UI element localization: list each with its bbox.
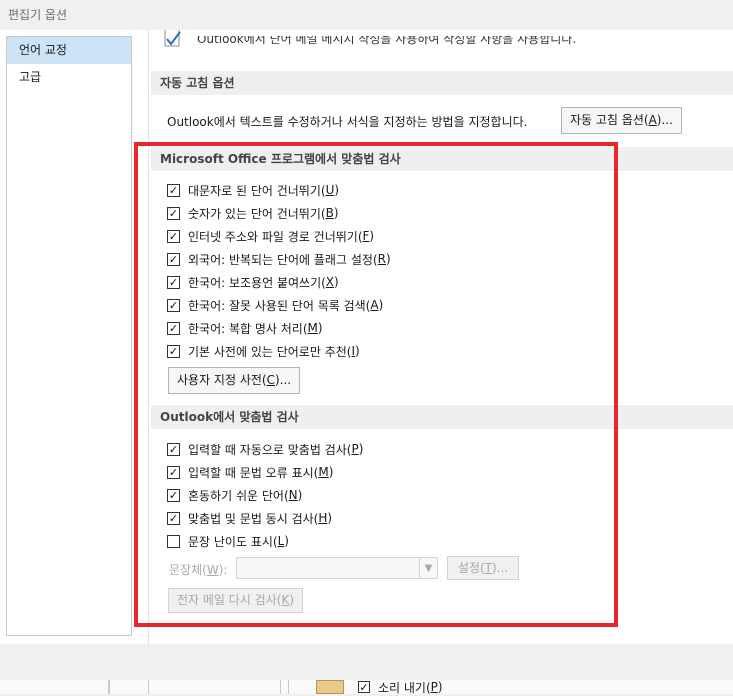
window-title: 편집기 옵션 — [8, 8, 68, 22]
background-divider — [288, 680, 289, 694]
nav-item-proofing[interactable]: 언어 교정 — [7, 37, 131, 64]
option-label: 소리 내기( — [378, 680, 431, 695]
background-window-strip: ✓ 소리 내기(P) — [0, 680, 733, 695]
background-divider — [148, 680, 149, 694]
envelope-icon — [316, 680, 344, 694]
partial-option-text: Outlook에서 단어 메일 메시지 작성을 사용하여 작성할 사항을 사용합… — [197, 32, 577, 46]
highlight-box — [134, 142, 618, 627]
autocorrect-section-header: 자동 고침 옵션 — [151, 71, 733, 95]
option-suffix: ) — [437, 680, 443, 694]
category-nav: 언어 교정 고급 — [6, 36, 132, 636]
dialog-footer — [0, 644, 733, 680]
background-sound-option[interactable]: ✓ 소리 내기(P) — [358, 680, 443, 695]
autocorrect-options-button[interactable]: 자동 고침 옵션(A)... — [561, 107, 682, 134]
autocorrect-options-suffix: )... — [656, 113, 673, 127]
option-mnemonic: P — [430, 680, 438, 694]
background-divider — [280, 680, 281, 694]
autocorrect-options-label: 자동 고침 옵션( — [570, 113, 649, 127]
nav-item-advanced[interactable]: 고급 — [7, 64, 131, 91]
background-divider — [108, 680, 110, 694]
autocorrect-options-mnemonic: A — [648, 113, 657, 127]
editor-icon — [163, 30, 183, 50]
checkbox-checked-icon[interactable]: ✓ — [358, 681, 370, 693]
autocorrect-description: Outlook에서 텍스트를 수정하거나 서식을 지정하는 방법을 지정합니다. — [167, 115, 528, 129]
